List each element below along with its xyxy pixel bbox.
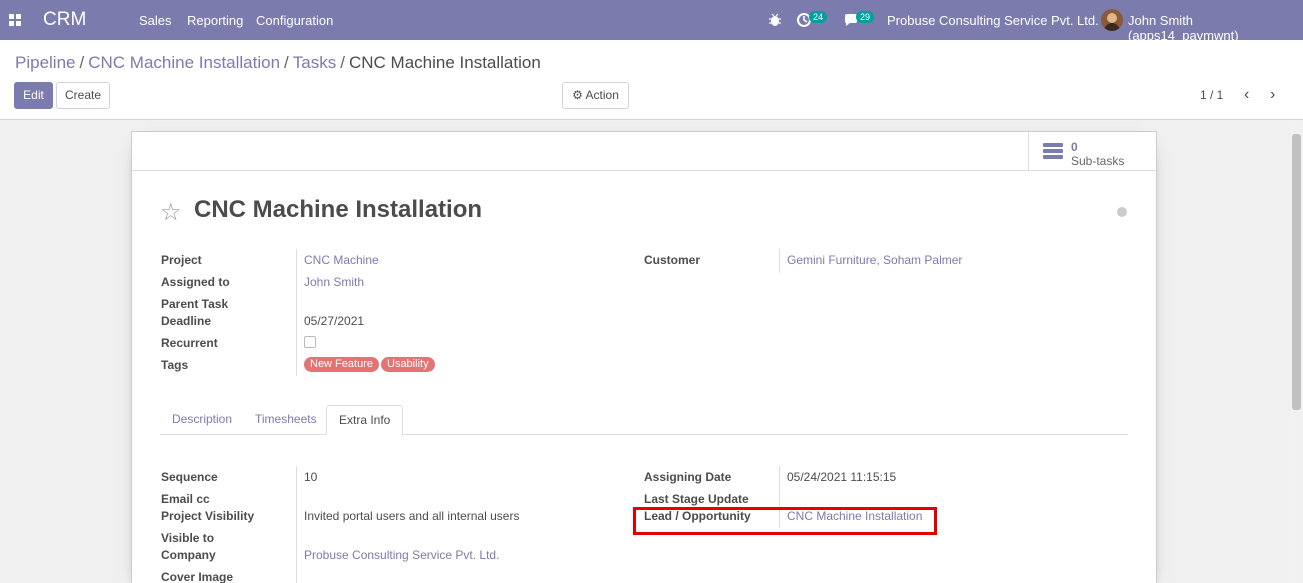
- edit-button[interactable]: Edit: [14, 82, 53, 109]
- parent-task-label: Parent Task: [161, 297, 229, 311]
- menu-sales[interactable]: Sales: [139, 13, 172, 28]
- assigning-date-label: Assigning Date: [644, 470, 732, 484]
- breadcrumb-tasks[interactable]: Tasks: [293, 53, 336, 72]
- tab-extra-info[interactable]: Extra Info: [326, 405, 404, 435]
- project-visibility-label: Project Visibility: [161, 509, 255, 523]
- apps-menu-icon[interactable]: [9, 14, 21, 26]
- deadline-label: Deadline: [161, 314, 212, 328]
- customer-label: Customer: [644, 253, 701, 267]
- control-panel: Pipeline / CNC Machine Installation / Tasks /…: [0, 40, 1303, 120]
- action-label: Action: [585, 88, 619, 102]
- button-box: 0 Sub-tasks: [132, 132, 1156, 171]
- assigned-value[interactable]: John Smith: [304, 275, 364, 289]
- deadline-value: 05/27/2021: [304, 314, 365, 328]
- task-title: CNC Machine Installation: [194, 196, 483, 223]
- assigned-label: Assigned to: [161, 275, 230, 289]
- debug-bug-icon[interactable]: [767, 12, 783, 28]
- user-menu[interactable]: John Smith (apps14_paymwnt): [1128, 13, 1303, 43]
- scrollbar-thumb[interactable]: [1292, 134, 1301, 410]
- chevron-left-icon[interactable]: ‹: [1244, 86, 1249, 104]
- field-divider: [296, 249, 297, 376]
- breadcrumb-current: CNC Machine Installation: [348, 53, 541, 72]
- star-icon[interactable]: ☆: [160, 198, 182, 227]
- tag-new-feature: New Feature: [304, 357, 379, 372]
- sequence-value: 10: [304, 470, 318, 484]
- gear-icon: ⚙: [572, 88, 583, 102]
- recurrent-label: Recurrent: [161, 336, 218, 350]
- tags-label: Tags: [161, 358, 189, 372]
- visible-to-label: Visible to: [161, 531, 215, 545]
- subtasks-label: Sub-tasks: [1071, 154, 1125, 168]
- field-divider: [296, 466, 297, 583]
- menu-reporting[interactable]: Reporting: [187, 13, 243, 28]
- notebook-tabs: Description Timesheets Extra Info: [160, 405, 1128, 435]
- scrollbar[interactable]: [1289, 120, 1303, 583]
- activity-count-badge: 24: [809, 11, 828, 23]
- user-avatar[interactable]: [1101, 9, 1123, 31]
- menu-configuration[interactable]: Configuration: [256, 13, 333, 28]
- email-cc-label: Email cc: [161, 492, 210, 506]
- recurrent-checkbox[interactable]: [304, 336, 316, 348]
- sequence-label: Sequence: [161, 470, 218, 484]
- breadcrumb: Pipeline / CNC Machine Installation / Tasks /…: [15, 53, 541, 72]
- project-label: Project: [161, 253, 202, 267]
- pager-value[interactable]: 1 / 1: [1200, 88, 1223, 102]
- cover-image-label: Cover Image: [161, 570, 234, 583]
- project-visibility-value: Invited portal users and all internal us…: [304, 509, 520, 523]
- visible-to-label-company: Company: [161, 548, 216, 562]
- action-button[interactable]: ⚙ Action: [562, 82, 629, 109]
- tag-usability: Usability: [381, 357, 435, 372]
- tab-timesheets[interactable]: Timesheets: [243, 405, 329, 435]
- chevron-right-icon[interactable]: ›: [1270, 86, 1275, 104]
- tab-description[interactable]: Description: [160, 405, 244, 435]
- highlight-annotation: [633, 507, 937, 535]
- message-count-badge: 29: [856, 11, 875, 23]
- create-button[interactable]: Create: [56, 82, 110, 109]
- subtasks-stat-button[interactable]: 0 Sub-tasks: [1028, 132, 1156, 171]
- company-switcher[interactable]: Probuse Consulting Service Pvt. Ltd.: [887, 13, 1099, 28]
- app-name[interactable]: CRM: [43, 9, 86, 31]
- project-value[interactable]: CNC Machine: [304, 253, 379, 267]
- field-divider: [779, 249, 780, 273]
- breadcrumb-pipeline[interactable]: Pipeline: [15, 53, 76, 72]
- subtasks-count: 0: [1071, 140, 1078, 154]
- breadcrumb-opportunity[interactable]: CNC Machine Installation: [88, 53, 280, 72]
- kanban-state-dot[interactable]: [1117, 207, 1127, 217]
- last-stage-update-label: Last Stage Update: [644, 492, 749, 506]
- tasks-icon: [1043, 143, 1063, 159]
- customer-value[interactable]: Gemini Furniture, Soham Palmer: [787, 253, 962, 267]
- top-navbar: CRM Sales Reporting Configuration 24 29 …: [0, 0, 1303, 43]
- visible-to-value[interactable]: Probuse Consulting Service Pvt. Ltd.: [304, 548, 499, 562]
- assigning-date-value: 05/24/2021 11:15:15: [787, 470, 897, 484]
